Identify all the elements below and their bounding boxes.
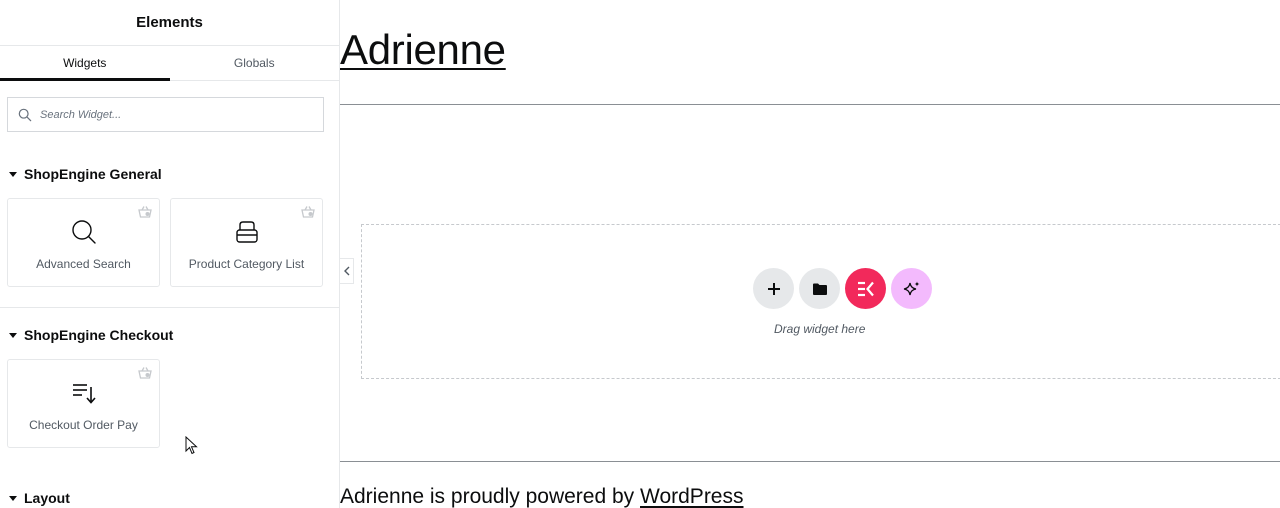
panel-header: Elements — [0, 0, 339, 46]
ai-button[interactable] — [891, 268, 932, 309]
widget-grid: Checkout Order Pay — [7, 359, 332, 448]
category-list-icon — [235, 221, 258, 243]
pro-basket-icon — [301, 206, 315, 218]
widget-grid: Advanced Search Product Category List — [7, 198, 332, 287]
category-toggle[interactable]: ShopEngine Checkout — [7, 325, 332, 345]
category-layout: Layout — [0, 488, 339, 508]
drop-zone[interactable]: Drag widget here — [361, 224, 1280, 379]
drop-zone-actions — [753, 268, 932, 309]
sparkle-icon — [903, 281, 919, 295]
search-wrapper — [0, 81, 339, 132]
widget-label: Checkout Order Pay — [29, 418, 138, 432]
elementskit-button[interactable] — [845, 268, 886, 309]
widget-label: Advanced Search — [36, 257, 131, 271]
caret-down-icon — [9, 495, 17, 501]
caret-down-icon — [9, 171, 17, 177]
folder-icon — [812, 283, 827, 295]
pro-basket-icon — [138, 367, 152, 379]
widget-advanced-search[interactable]: Advanced Search — [7, 198, 160, 287]
panel-title: Elements — [136, 14, 203, 31]
caret-down-icon — [9, 332, 17, 338]
search-icon — [18, 108, 32, 121]
add-section-button[interactable] — [753, 268, 794, 309]
elements-panel: Elements Widgets Globals ShopEngine Gene… — [0, 0, 340, 508]
site-footer: Adrienne is proudly powered by WordPress — [340, 485, 744, 508]
pro-basket-icon — [138, 206, 152, 218]
divider — [0, 307, 339, 308]
footer-text: Adrienne is proudly powered by — [340, 485, 641, 508]
drop-zone-text: Drag widget here — [774, 322, 866, 336]
category-shopengine-checkout: ShopEngine Checkout Checkout Order Pay — [0, 325, 339, 448]
search-box[interactable] — [7, 97, 324, 132]
tab-globals[interactable]: Globals — [170, 46, 340, 80]
magnifier-icon — [71, 220, 96, 244]
template-library-button[interactable] — [799, 268, 840, 309]
preview-canvas: Adrienne Drag widget here Adrienne is pr… — [340, 0, 1280, 508]
category-title: Layout — [24, 490, 70, 506]
plus-icon — [767, 282, 780, 295]
header-separator — [340, 104, 1280, 105]
widget-product-category-list[interactable]: Product Category List — [170, 198, 323, 287]
elementskit-icon — [857, 281, 874, 296]
widget-checkout-order-pay[interactable]: Checkout Order Pay — [7, 359, 160, 448]
search-input[interactable] — [40, 108, 300, 121]
category-title: ShopEngine General — [24, 166, 162, 182]
mouse-cursor-icon — [185, 436, 198, 455]
tab-widgets[interactable]: Widgets — [0, 46, 170, 81]
panel-tabs: Widgets Globals — [0, 46, 339, 81]
order-pay-icon — [72, 384, 96, 404]
category-shopengine-general: ShopEngine General Advanced Search Produ… — [0, 164, 339, 287]
elementor-editor: Elements Widgets Globals ShopEngine Gene… — [0, 0, 1280, 508]
category-toggle[interactable]: ShopEngine General — [7, 164, 332, 184]
wordpress-link[interactable]: WordPress — [640, 485, 743, 508]
footer-separator — [340, 461, 1280, 462]
category-title: ShopEngine Checkout — [24, 327, 174, 343]
widget-label: Product Category List — [188, 257, 305, 271]
site-title-link[interactable]: Adrienne — [340, 26, 506, 74]
category-toggle[interactable]: Layout — [7, 488, 332, 508]
